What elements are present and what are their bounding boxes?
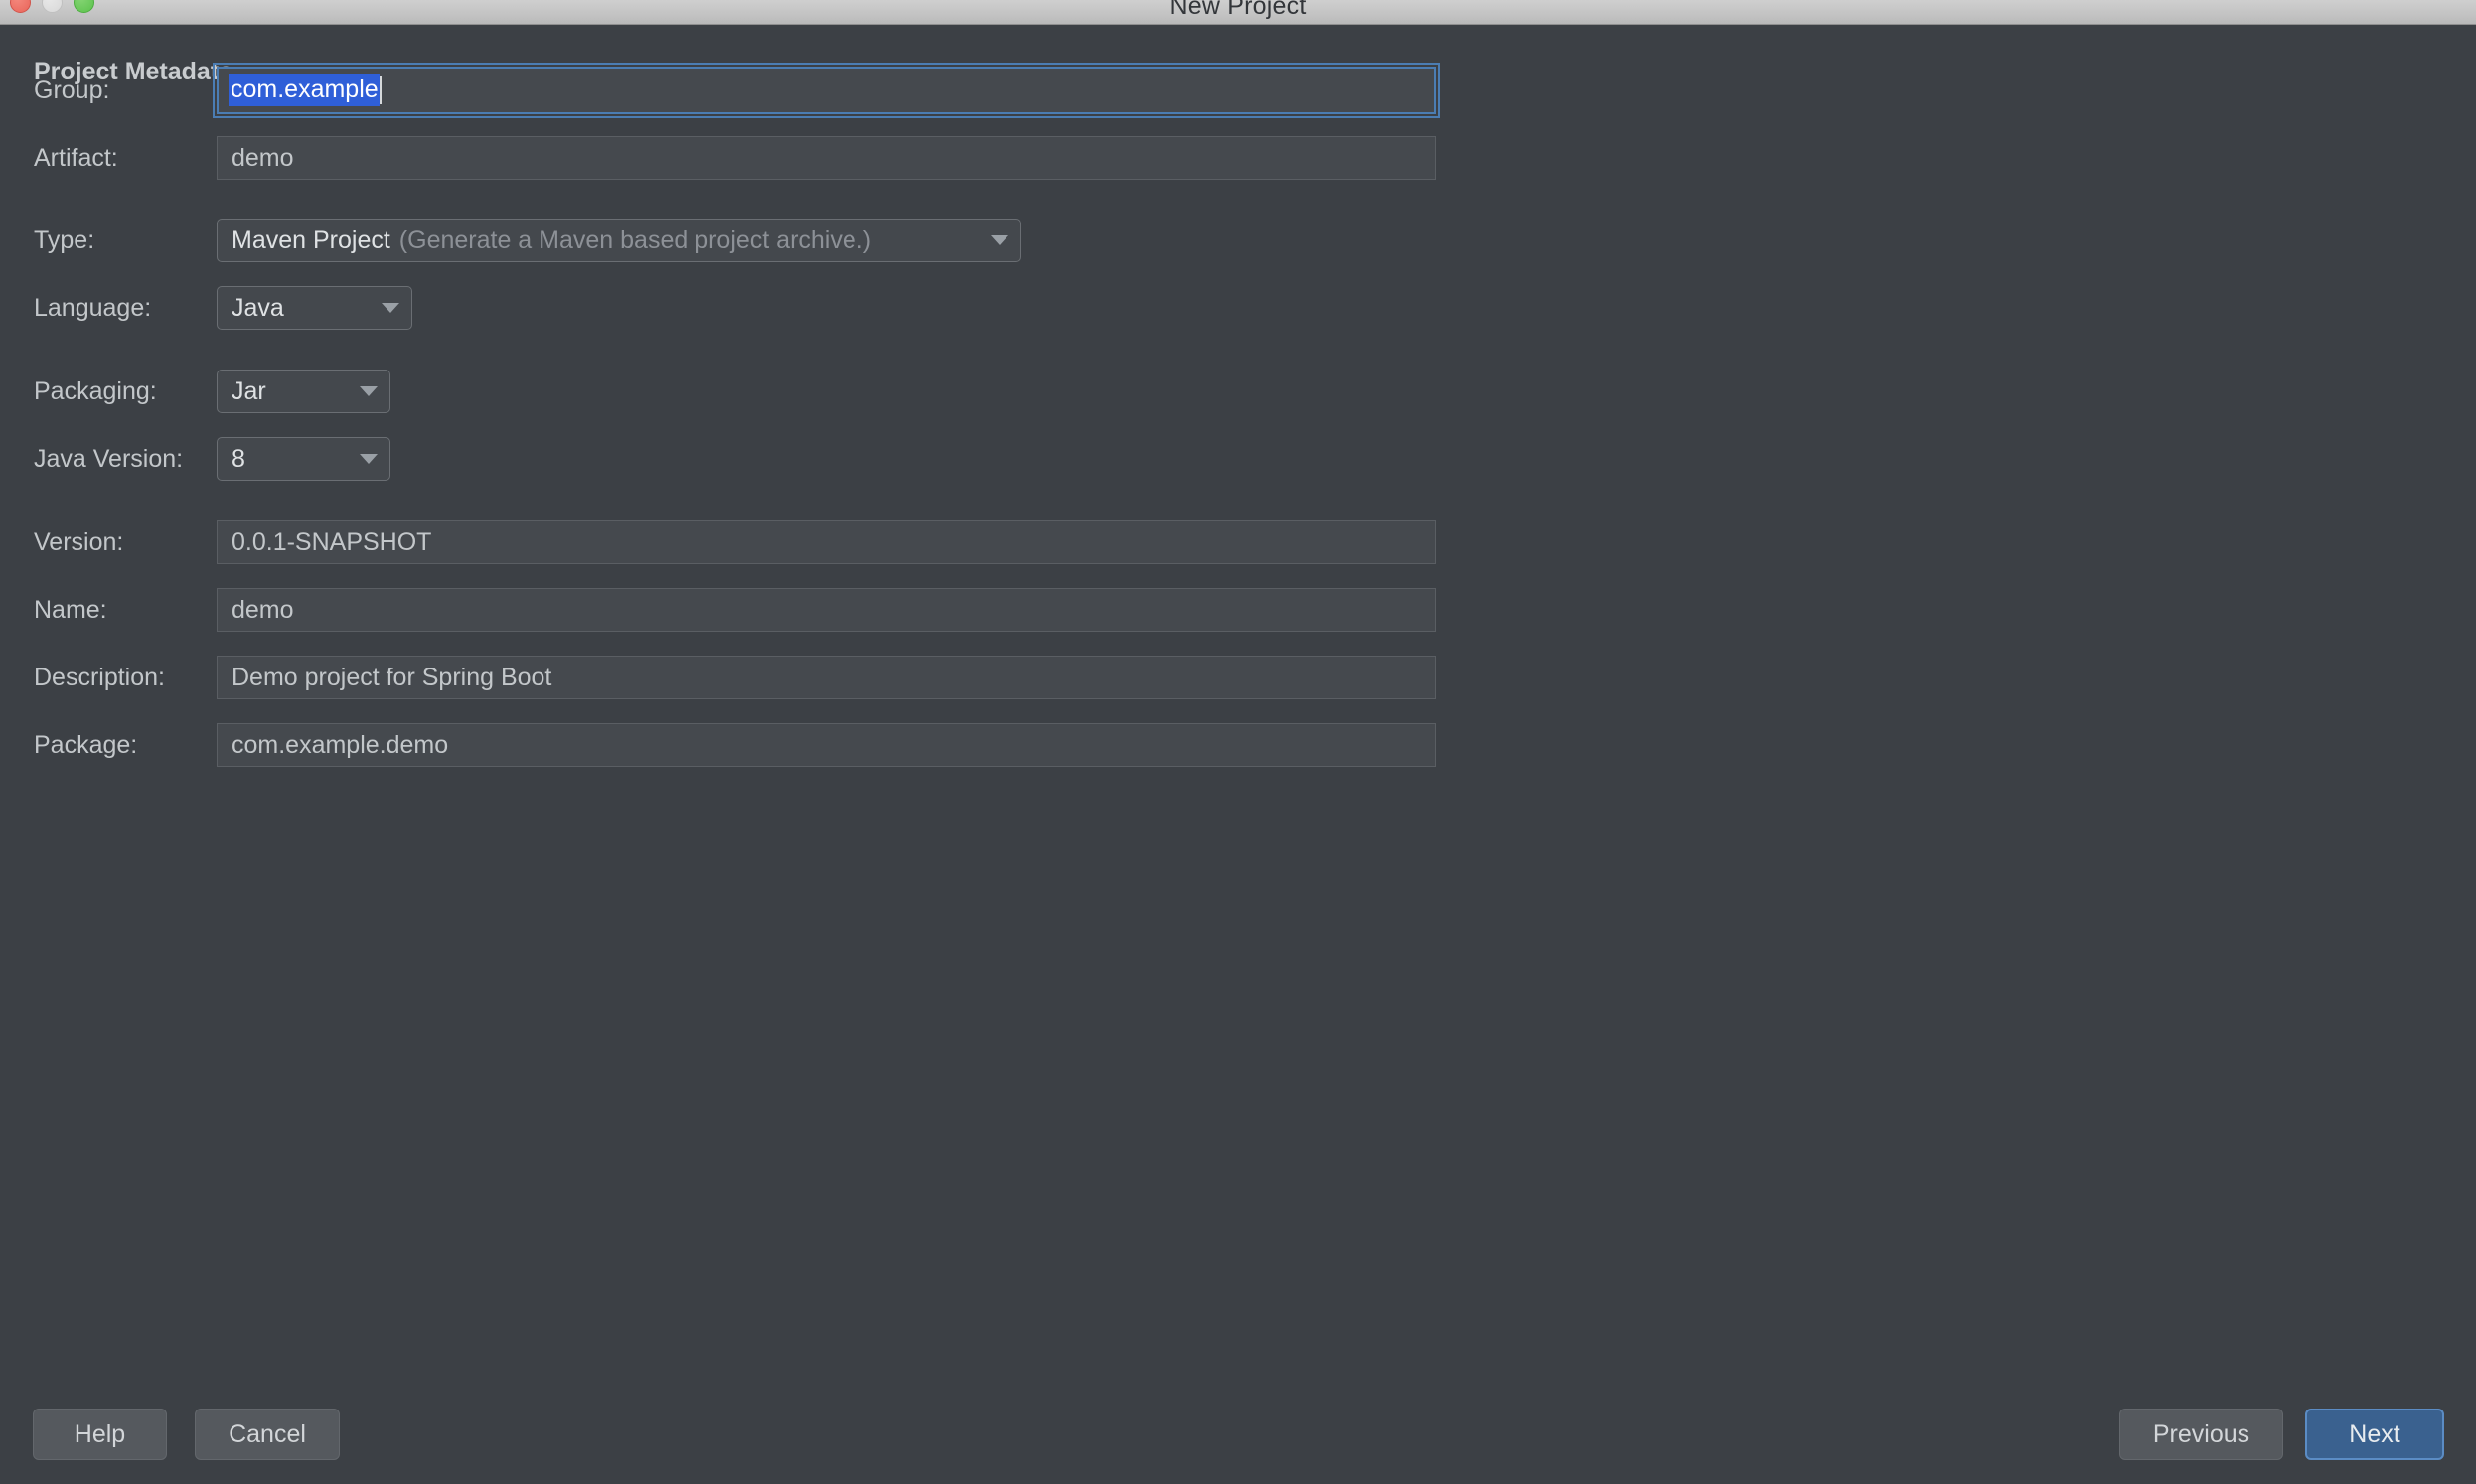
chevron-down-icon	[382, 303, 399, 313]
java-version-dropdown[interactable]: 8	[217, 437, 390, 481]
group-input[interactable]: com.example	[217, 67, 1436, 114]
packaging-dropdown[interactable]: Jar	[217, 370, 390, 413]
description-input[interactable]: Demo project for Spring Boot	[217, 656, 1436, 699]
name-input[interactable]: demo	[217, 588, 1436, 632]
artifact-label: Artifact:	[34, 134, 118, 182]
dialog-content: Project Metadata Group: com.example Arti…	[0, 25, 2476, 1484]
version-input[interactable]: 0.0.1-SNAPSHOT	[217, 520, 1436, 564]
java-version-dropdown-value: 8	[232, 445, 245, 474]
type-dropdown-hint: (Generate a Maven based project archive.…	[399, 226, 871, 255]
packaging-dropdown-value: Jar	[232, 377, 266, 406]
language-dropdown-value: Java	[232, 294, 284, 323]
previous-button[interactable]: Previous	[2119, 1409, 2283, 1460]
group-input-value: com.example	[229, 74, 380, 106]
window-title: New Project	[0, 0, 2476, 21]
text-caret	[380, 76, 382, 104]
group-label: Group:	[34, 67, 109, 114]
cancel-button[interactable]: Cancel	[195, 1409, 340, 1460]
name-input-value: demo	[232, 596, 294, 625]
packaging-label: Packaging:	[34, 368, 157, 415]
package-input[interactable]: com.example.demo	[217, 723, 1436, 767]
next-button[interactable]: Next	[2305, 1409, 2444, 1460]
version-label: Version:	[34, 519, 123, 566]
version-input-value: 0.0.1-SNAPSHOT	[232, 528, 431, 557]
type-dropdown-value: Maven Project	[232, 226, 390, 255]
chevron-down-icon	[360, 454, 378, 464]
type-label: Type:	[34, 217, 94, 264]
description-input-value: Demo project for Spring Boot	[232, 664, 551, 692]
language-dropdown[interactable]: Java	[217, 286, 412, 330]
package-input-value: com.example.demo	[232, 731, 448, 760]
artifact-input[interactable]: demo	[217, 136, 1436, 180]
artifact-input-value: demo	[232, 144, 294, 173]
chevron-down-icon	[360, 386, 378, 396]
new-project-dialog: New Project Project Metadata Group: com.…	[0, 0, 2476, 1484]
description-label: Description:	[34, 654, 165, 701]
java-version-label: Java Version:	[34, 435, 183, 483]
chevron-down-icon	[991, 235, 1008, 245]
package-label: Package:	[34, 721, 137, 769]
window-titlebar: New Project	[0, 0, 2476, 25]
name-label: Name:	[34, 586, 107, 634]
help-button[interactable]: Help	[33, 1409, 167, 1460]
type-dropdown[interactable]: Maven Project (Generate a Maven based pr…	[217, 219, 1021, 262]
language-label: Language:	[34, 284, 151, 332]
